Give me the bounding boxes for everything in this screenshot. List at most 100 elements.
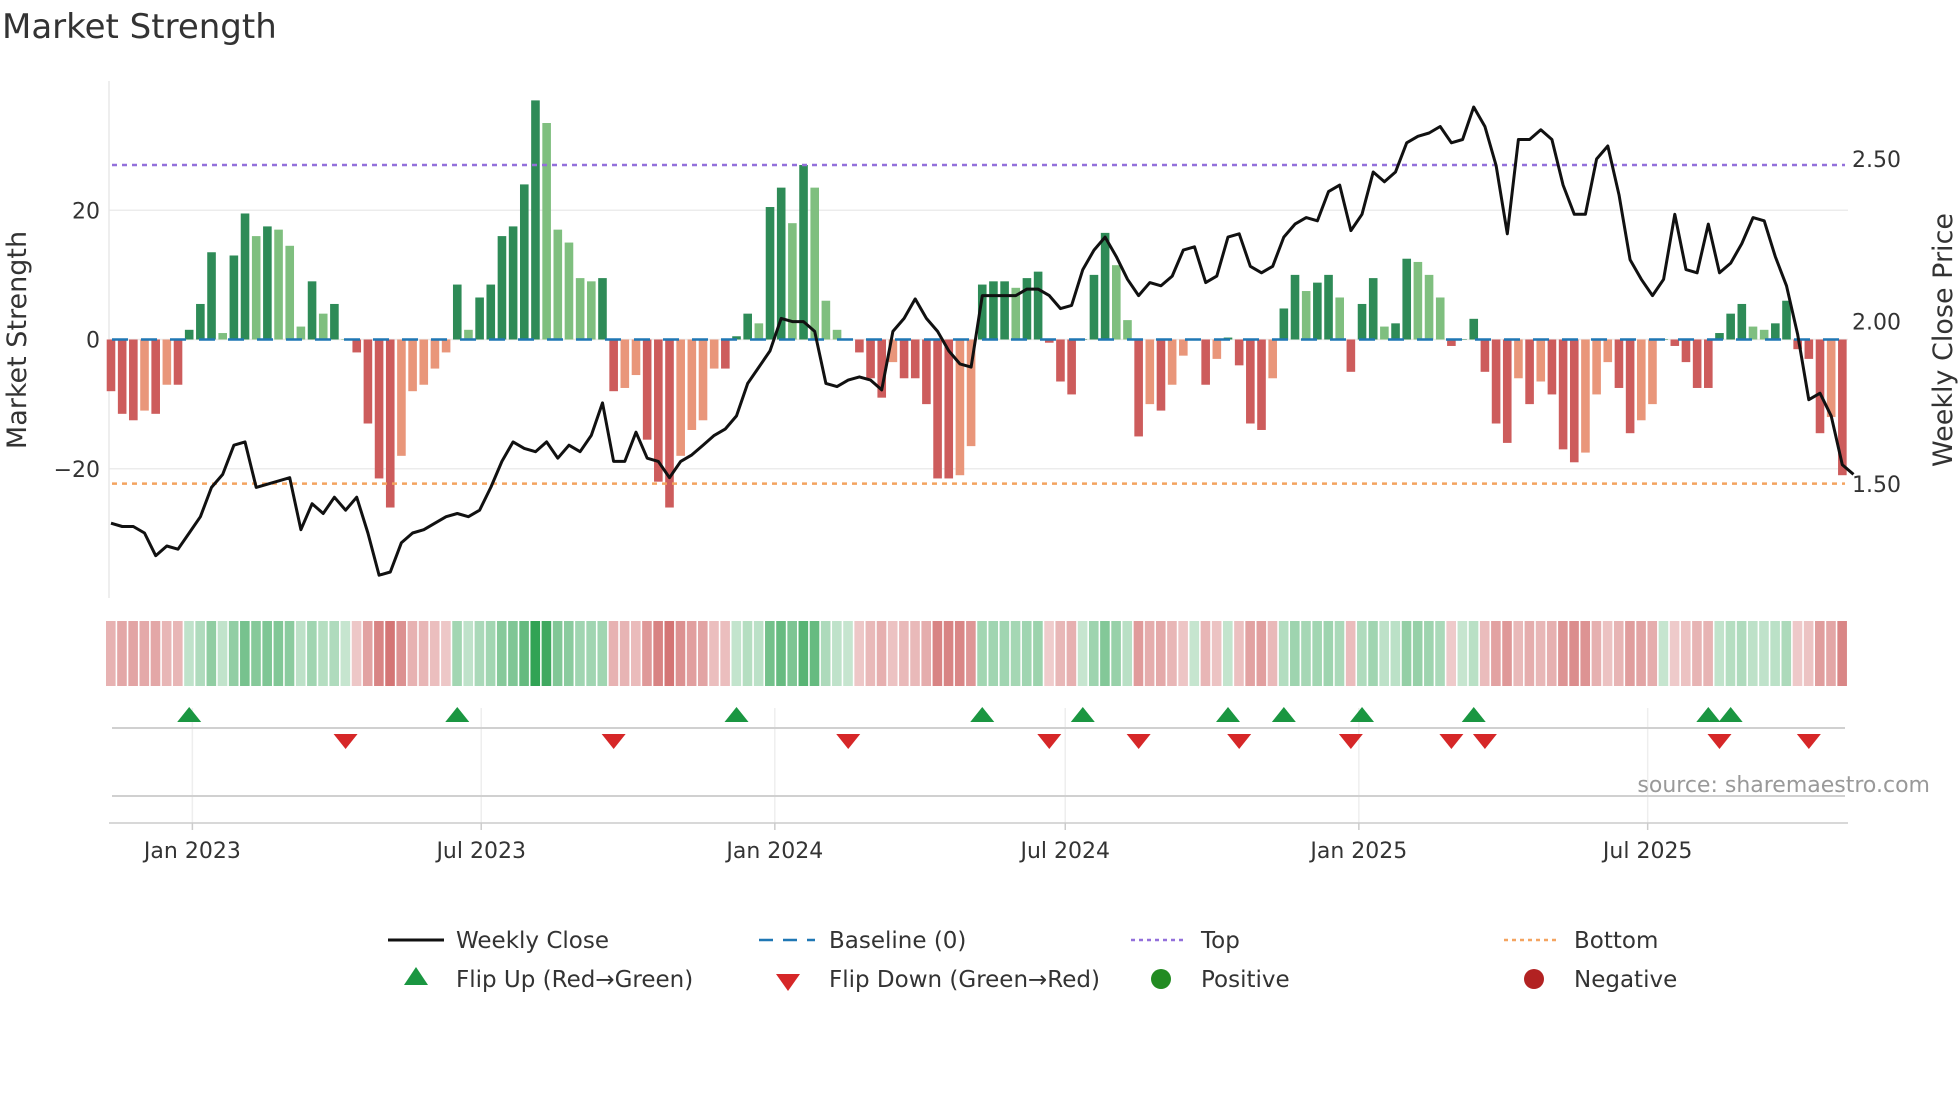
flip-down-marker bbox=[1126, 734, 1151, 749]
heat-strip-cell bbox=[1781, 621, 1792, 686]
strength-bar bbox=[374, 339, 384, 479]
heat-strip-cell bbox=[876, 621, 887, 686]
heat-strip-cell bbox=[128, 621, 138, 686]
heat-strip-cell bbox=[1692, 621, 1702, 686]
heat-strip-cell bbox=[1524, 621, 1535, 686]
heat-strip-cell bbox=[429, 621, 440, 686]
flip-up-marker bbox=[1216, 707, 1240, 722]
flip-down-marker bbox=[1796, 734, 1821, 749]
strength-bar bbox=[1469, 318, 1479, 340]
heat-strip-cell bbox=[887, 621, 898, 686]
strength-bars bbox=[106, 100, 1847, 508]
strength-bar bbox=[296, 326, 306, 340]
y2-tick-label: 1.50 bbox=[1852, 473, 1901, 498]
heat-strip-cell bbox=[1077, 621, 1088, 686]
heat-strip-cell bbox=[340, 621, 351, 686]
heat-strip-cell bbox=[385, 621, 395, 686]
strength-bar bbox=[1603, 339, 1613, 363]
heat-strip-cell bbox=[731, 621, 742, 686]
strength-bar bbox=[140, 339, 149, 411]
strength-bar bbox=[1525, 339, 1534, 405]
heat-strip-cell bbox=[1301, 621, 1311, 686]
strength-bar bbox=[1067, 339, 1076, 395]
heat-strip-cell bbox=[653, 621, 663, 686]
heat-strip-cell bbox=[1033, 621, 1043, 686]
heat-strip-cell bbox=[966, 621, 976, 686]
strength-bar bbox=[754, 323, 764, 340]
strength-bar bbox=[1246, 339, 1255, 424]
strength-bar bbox=[1324, 274, 1333, 340]
strength-bar bbox=[196, 303, 205, 340]
flip-up-marker bbox=[177, 707, 202, 722]
heat-strip-cell bbox=[776, 621, 786, 686]
heat-strip-cell bbox=[1759, 621, 1769, 686]
heat-strip-cell bbox=[1647, 621, 1658, 686]
strength-bar bbox=[274, 229, 283, 340]
heat-strip-cell bbox=[832, 621, 842, 686]
heat-strip-cell bbox=[1803, 621, 1814, 686]
heat-strip-cell bbox=[1334, 621, 1345, 686]
heat-strip-cell bbox=[1200, 621, 1211, 686]
strength-bar bbox=[397, 339, 406, 456]
legend-item-flip-down: Flip Down (Green→Red) bbox=[776, 967, 1100, 993]
heat-strip-cell bbox=[1412, 621, 1423, 686]
heat-strip-cell bbox=[787, 621, 797, 686]
heat-strip-cell bbox=[1211, 621, 1222, 686]
flip-down-marker bbox=[1707, 734, 1732, 749]
heat-strip-cell bbox=[1457, 621, 1468, 686]
heat-strip-cell bbox=[1245, 621, 1255, 686]
heat-strip-cell bbox=[999, 621, 1010, 686]
strength-bar bbox=[1033, 271, 1043, 340]
strength-bar bbox=[1335, 297, 1344, 340]
heat-strip-cell bbox=[530, 621, 541, 686]
heat-strip-cell bbox=[195, 621, 205, 686]
strength-bar bbox=[676, 339, 685, 456]
heat-strip-cell bbox=[1100, 621, 1110, 686]
strength-bar bbox=[1022, 278, 1032, 340]
strength-bar bbox=[475, 297, 484, 340]
strength-bar bbox=[855, 339, 864, 353]
strength-bar bbox=[508, 226, 518, 340]
heat-strip-cell bbox=[508, 621, 518, 686]
strength-bar bbox=[575, 278, 585, 340]
heat-strip-cell bbox=[240, 621, 250, 686]
strength-bar bbox=[1290, 274, 1300, 340]
heat-strip-cell bbox=[575, 621, 585, 686]
strength-bar bbox=[1402, 258, 1412, 340]
heat-strip-cell bbox=[742, 621, 753, 686]
heat-strip-cell bbox=[1446, 621, 1456, 686]
flip-down-marker bbox=[1472, 734, 1497, 749]
heat-strip-cell bbox=[1133, 621, 1144, 686]
heat-strip-cell bbox=[519, 621, 529, 686]
heat-strip-cell bbox=[1558, 621, 1568, 686]
heat-strip-cell bbox=[1826, 621, 1836, 686]
strength-bar bbox=[307, 281, 317, 340]
heat-strip-cell bbox=[686, 621, 697, 686]
strength-bar bbox=[486, 284, 496, 340]
strength-bar bbox=[1424, 274, 1434, 340]
strength-bar bbox=[1000, 281, 1009, 340]
strength-bar bbox=[1301, 291, 1311, 340]
heat-strip-cell bbox=[161, 621, 172, 686]
legend-item-negative: Negative bbox=[1524, 967, 1677, 993]
heat-strip-cell bbox=[251, 621, 261, 686]
strength-bar bbox=[743, 313, 752, 340]
strength-bar bbox=[1737, 303, 1747, 340]
heat-strip-cell bbox=[1021, 621, 1032, 686]
heat-strip-cell bbox=[362, 621, 373, 686]
heat-strip-cell bbox=[921, 621, 932, 686]
flip-up-marker bbox=[1718, 707, 1743, 722]
heat-strip-cell bbox=[720, 621, 730, 686]
heat-strip-cell bbox=[675, 621, 686, 686]
heat-strip-cell bbox=[854, 621, 864, 686]
strength-bar bbox=[776, 187, 786, 340]
heat-strip-cell bbox=[619, 621, 630, 686]
heat-strip-cell bbox=[608, 621, 619, 686]
strength-bar bbox=[1201, 339, 1210, 385]
heat-strip-cell bbox=[463, 621, 474, 686]
strength-bar bbox=[1100, 232, 1110, 340]
strength-bar bbox=[430, 339, 440, 369]
heat-strip-cell bbox=[865, 621, 876, 686]
heat-strip-cell bbox=[418, 621, 429, 686]
heat-strip-cell bbox=[206, 621, 217, 686]
